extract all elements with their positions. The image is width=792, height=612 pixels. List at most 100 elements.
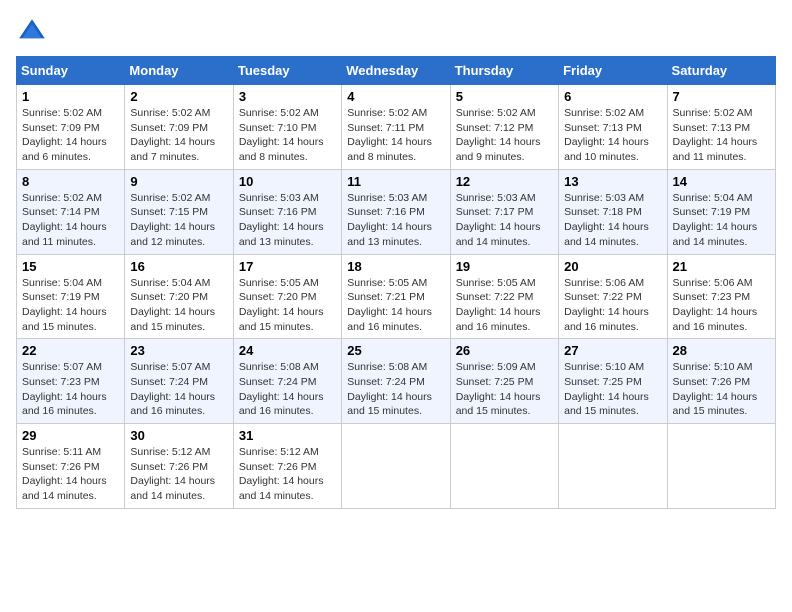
calendar-cell: 19 Sunrise: 5:05 AM Sunset: 7:22 PM Dayl… (450, 254, 558, 339)
col-header-saturday: Saturday (667, 57, 775, 85)
calendar-cell: 25 Sunrise: 5:08 AM Sunset: 7:24 PM Dayl… (342, 339, 450, 424)
day-number: 24 (239, 343, 336, 358)
calendar-cell (559, 424, 667, 509)
day-number: 22 (22, 343, 119, 358)
day-info: Sunrise: 5:03 AM Sunset: 7:17 PM Dayligh… (456, 192, 541, 248)
day-number: 8 (22, 174, 119, 189)
day-info: Sunrise: 5:07 AM Sunset: 7:23 PM Dayligh… (22, 361, 107, 417)
day-info: Sunrise: 5:02 AM Sunset: 7:11 PM Dayligh… (347, 107, 432, 163)
day-number: 6 (564, 89, 661, 104)
calendar-cell: 15 Sunrise: 5:04 AM Sunset: 7:19 PM Dayl… (17, 254, 125, 339)
col-header-thursday: Thursday (450, 57, 558, 85)
calendar-cell: 3 Sunrise: 5:02 AM Sunset: 7:10 PM Dayli… (233, 85, 341, 170)
calendar-cell: 4 Sunrise: 5:02 AM Sunset: 7:11 PM Dayli… (342, 85, 450, 170)
day-number: 27 (564, 343, 661, 358)
calendar-cell: 12 Sunrise: 5:03 AM Sunset: 7:17 PM Dayl… (450, 169, 558, 254)
calendar-table: SundayMondayTuesdayWednesdayThursdayFrid… (16, 56, 776, 509)
calendar-cell: 22 Sunrise: 5:07 AM Sunset: 7:23 PM Dayl… (17, 339, 125, 424)
day-number: 16 (130, 259, 227, 274)
calendar-cell (667, 424, 775, 509)
day-info: Sunrise: 5:05 AM Sunset: 7:21 PM Dayligh… (347, 277, 432, 333)
day-number: 10 (239, 174, 336, 189)
calendar-cell: 24 Sunrise: 5:08 AM Sunset: 7:24 PM Dayl… (233, 339, 341, 424)
day-info: Sunrise: 5:10 AM Sunset: 7:25 PM Dayligh… (564, 361, 649, 417)
logo-icon (16, 16, 48, 48)
day-number: 28 (673, 343, 770, 358)
day-number: 11 (347, 174, 444, 189)
calendar-cell: 7 Sunrise: 5:02 AM Sunset: 7:13 PM Dayli… (667, 85, 775, 170)
day-info: Sunrise: 5:11 AM Sunset: 7:26 PM Dayligh… (22, 446, 107, 502)
calendar-cell: 2 Sunrise: 5:02 AM Sunset: 7:09 PM Dayli… (125, 85, 233, 170)
day-info: Sunrise: 5:02 AM Sunset: 7:14 PM Dayligh… (22, 192, 107, 248)
day-info: Sunrise: 5:04 AM Sunset: 7:20 PM Dayligh… (130, 277, 215, 333)
calendar-cell: 23 Sunrise: 5:07 AM Sunset: 7:24 PM Dayl… (125, 339, 233, 424)
day-number: 25 (347, 343, 444, 358)
calendar-cell: 27 Sunrise: 5:10 AM Sunset: 7:25 PM Dayl… (559, 339, 667, 424)
logo (16, 16, 52, 48)
day-number: 7 (673, 89, 770, 104)
col-header-tuesday: Tuesday (233, 57, 341, 85)
calendar-cell: 6 Sunrise: 5:02 AM Sunset: 7:13 PM Dayli… (559, 85, 667, 170)
day-number: 17 (239, 259, 336, 274)
day-info: Sunrise: 5:02 AM Sunset: 7:09 PM Dayligh… (22, 107, 107, 163)
day-number: 5 (456, 89, 553, 104)
day-number: 15 (22, 259, 119, 274)
calendar-cell: 21 Sunrise: 5:06 AM Sunset: 7:23 PM Dayl… (667, 254, 775, 339)
day-number: 31 (239, 428, 336, 443)
day-number: 18 (347, 259, 444, 274)
calendar-cell: 8 Sunrise: 5:02 AM Sunset: 7:14 PM Dayli… (17, 169, 125, 254)
calendar-cell: 10 Sunrise: 5:03 AM Sunset: 7:16 PM Dayl… (233, 169, 341, 254)
day-info: Sunrise: 5:03 AM Sunset: 7:16 PM Dayligh… (239, 192, 324, 248)
col-header-friday: Friday (559, 57, 667, 85)
col-header-sunday: Sunday (17, 57, 125, 85)
day-info: Sunrise: 5:08 AM Sunset: 7:24 PM Dayligh… (239, 361, 324, 417)
col-header-monday: Monday (125, 57, 233, 85)
day-info: Sunrise: 5:09 AM Sunset: 7:25 PM Dayligh… (456, 361, 541, 417)
calendar-cell: 20 Sunrise: 5:06 AM Sunset: 7:22 PM Dayl… (559, 254, 667, 339)
day-number: 1 (22, 89, 119, 104)
calendar-cell: 28 Sunrise: 5:10 AM Sunset: 7:26 PM Dayl… (667, 339, 775, 424)
day-number: 21 (673, 259, 770, 274)
calendar-cell: 14 Sunrise: 5:04 AM Sunset: 7:19 PM Dayl… (667, 169, 775, 254)
calendar-cell: 1 Sunrise: 5:02 AM Sunset: 7:09 PM Dayli… (17, 85, 125, 170)
day-number: 23 (130, 343, 227, 358)
day-info: Sunrise: 5:03 AM Sunset: 7:18 PM Dayligh… (564, 192, 649, 248)
page-header (16, 16, 776, 48)
day-number: 29 (22, 428, 119, 443)
day-number: 2 (130, 89, 227, 104)
day-info: Sunrise: 5:02 AM Sunset: 7:10 PM Dayligh… (239, 107, 324, 163)
day-number: 3 (239, 89, 336, 104)
calendar-cell (342, 424, 450, 509)
calendar-cell: 29 Sunrise: 5:11 AM Sunset: 7:26 PM Dayl… (17, 424, 125, 509)
day-number: 13 (564, 174, 661, 189)
calendar-cell: 11 Sunrise: 5:03 AM Sunset: 7:16 PM Dayl… (342, 169, 450, 254)
day-info: Sunrise: 5:02 AM Sunset: 7:13 PM Dayligh… (673, 107, 758, 163)
calendar-cell: 30 Sunrise: 5:12 AM Sunset: 7:26 PM Dayl… (125, 424, 233, 509)
calendar-cell: 13 Sunrise: 5:03 AM Sunset: 7:18 PM Dayl… (559, 169, 667, 254)
day-info: Sunrise: 5:08 AM Sunset: 7:24 PM Dayligh… (347, 361, 432, 417)
calendar-cell: 18 Sunrise: 5:05 AM Sunset: 7:21 PM Dayl… (342, 254, 450, 339)
day-number: 30 (130, 428, 227, 443)
day-info: Sunrise: 5:04 AM Sunset: 7:19 PM Dayligh… (22, 277, 107, 333)
day-number: 4 (347, 89, 444, 104)
day-number: 20 (564, 259, 661, 274)
day-info: Sunrise: 5:02 AM Sunset: 7:12 PM Dayligh… (456, 107, 541, 163)
calendar-cell (450, 424, 558, 509)
day-number: 12 (456, 174, 553, 189)
day-info: Sunrise: 5:05 AM Sunset: 7:20 PM Dayligh… (239, 277, 324, 333)
day-number: 9 (130, 174, 227, 189)
calendar-cell: 26 Sunrise: 5:09 AM Sunset: 7:25 PM Dayl… (450, 339, 558, 424)
day-number: 26 (456, 343, 553, 358)
day-info: Sunrise: 5:10 AM Sunset: 7:26 PM Dayligh… (673, 361, 758, 417)
day-number: 14 (673, 174, 770, 189)
day-info: Sunrise: 5:05 AM Sunset: 7:22 PM Dayligh… (456, 277, 541, 333)
day-number: 19 (456, 259, 553, 274)
calendar-cell: 31 Sunrise: 5:12 AM Sunset: 7:26 PM Dayl… (233, 424, 341, 509)
calendar-cell: 17 Sunrise: 5:05 AM Sunset: 7:20 PM Dayl… (233, 254, 341, 339)
day-info: Sunrise: 5:03 AM Sunset: 7:16 PM Dayligh… (347, 192, 432, 248)
col-header-wednesday: Wednesday (342, 57, 450, 85)
day-info: Sunrise: 5:06 AM Sunset: 7:22 PM Dayligh… (564, 277, 649, 333)
day-info: Sunrise: 5:02 AM Sunset: 7:13 PM Dayligh… (564, 107, 649, 163)
day-info: Sunrise: 5:07 AM Sunset: 7:24 PM Dayligh… (130, 361, 215, 417)
day-info: Sunrise: 5:02 AM Sunset: 7:09 PM Dayligh… (130, 107, 215, 163)
